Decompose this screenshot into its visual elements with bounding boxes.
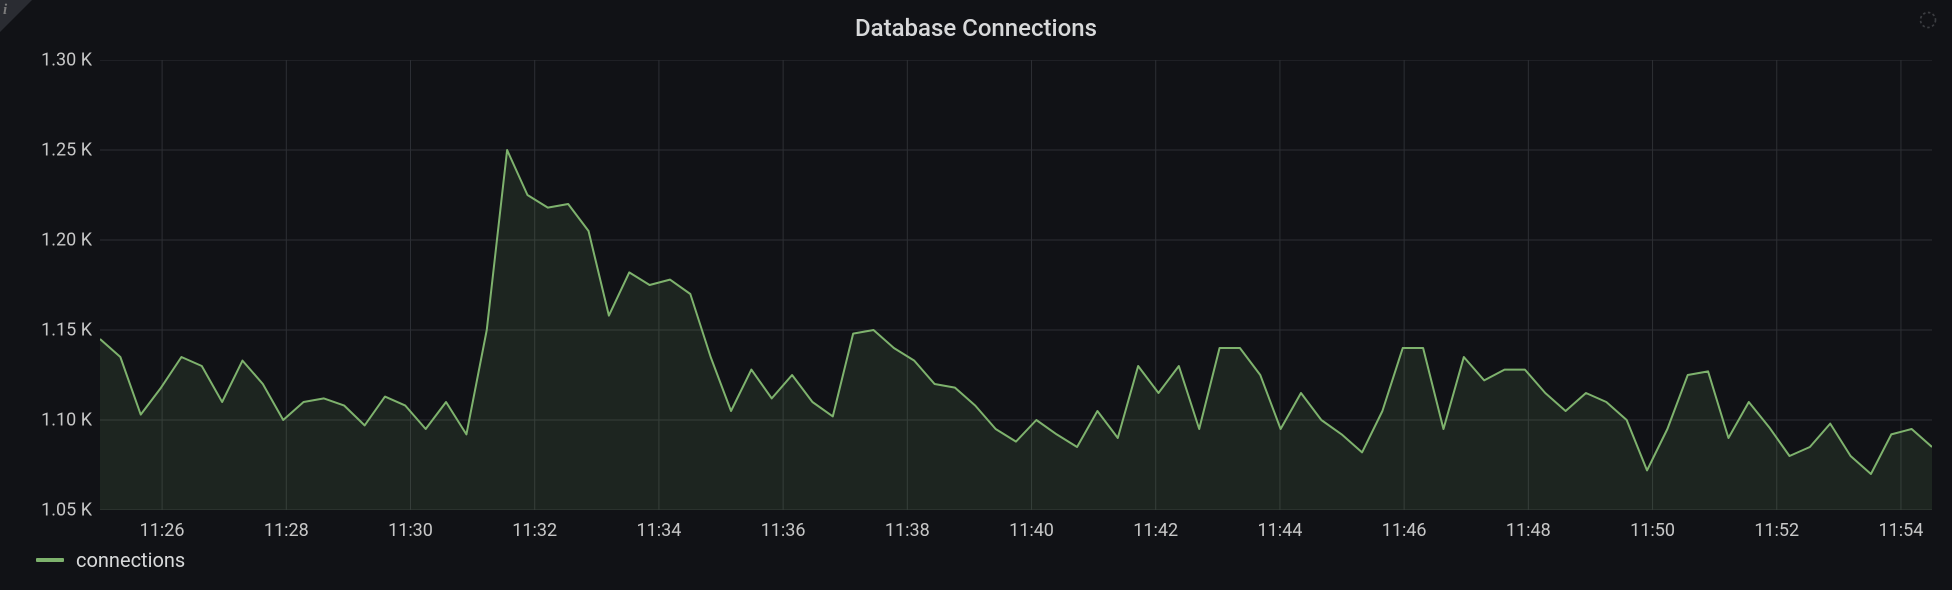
x-tick-label: 11:36 (761, 520, 806, 541)
chart-panel: i Database Connections 1.05 K1.10 K1.15 … (0, 0, 1952, 590)
x-tick-label: 11:54 (1879, 520, 1924, 541)
x-tick-label: 11:28 (264, 520, 309, 541)
y-tick-label: 1.10 K (41, 410, 92, 431)
y-tick-label: 1.15 K (41, 320, 92, 341)
x-tick-label: 11:52 (1754, 520, 1799, 541)
y-tick-label: 1.30 K (41, 50, 92, 71)
x-tick-label: 11:30 (388, 520, 433, 541)
x-tick-label: 11:40 (1009, 520, 1054, 541)
loading-spinner-icon (1918, 10, 1938, 30)
panel-title[interactable]: Database Connections (0, 14, 1952, 42)
x-tick-label: 11:26 (140, 520, 185, 541)
y-tick-label: 1.05 K (41, 500, 92, 521)
x-tick-label: 11:46 (1382, 520, 1427, 541)
x-tick-label: 11:50 (1630, 520, 1675, 541)
legend-swatch (36, 558, 64, 562)
y-tick-label: 1.20 K (41, 230, 92, 251)
x-tick-label: 11:38 (885, 520, 930, 541)
x-tick-label: 11:34 (636, 520, 681, 541)
chart-plot-area[interactable] (100, 60, 1932, 510)
x-tick-label: 11:48 (1506, 520, 1551, 541)
y-tick-label: 1.25 K (41, 140, 92, 161)
x-tick-label: 11:42 (1133, 520, 1178, 541)
x-tick-label: 11:44 (1258, 520, 1303, 541)
x-tick-label: 11:32 (512, 520, 557, 541)
legend-label: connections (76, 548, 185, 572)
legend-item-connections[interactable]: connections (36, 548, 185, 572)
